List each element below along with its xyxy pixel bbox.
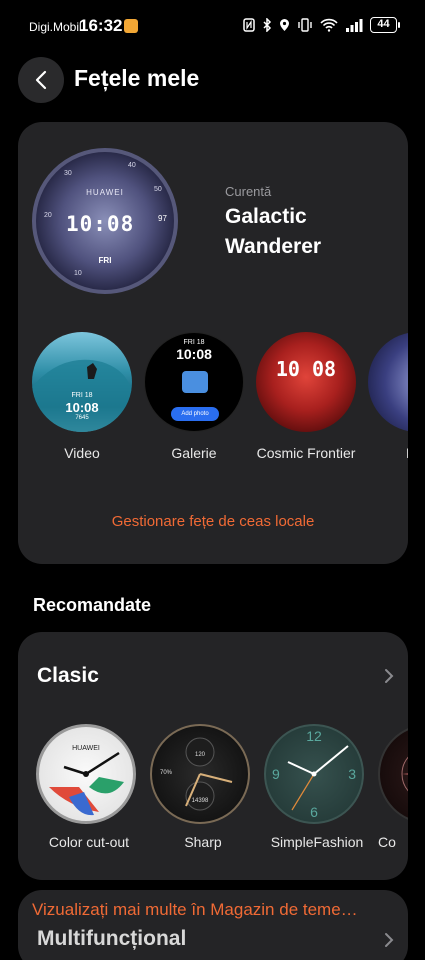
gallery-face-date: FRI 18 [183,339,205,346]
watch-item-color-cut-out[interactable]: HUAWEI Color cut-out [36,724,142,850]
face-tick: 30 [64,170,72,177]
watch-label: Color cut-out [48,834,130,850]
simple-num-9: 9 [272,766,280,782]
chevron-right-icon[interactable] [384,932,394,948]
face-item-video[interactable]: FRI 18 10:08 7645 Video [32,332,132,463]
face-label: Cosmic Frontier [256,445,356,461]
explorer-face-time: 1 0 [402,362,408,384]
face-tick: 20 [44,212,52,219]
face-day: FRI [98,256,112,265]
current-label: Curentă [225,184,272,199]
face-label: Galerie [171,445,217,461]
sharp-sub-left: 70% [160,770,173,776]
page-title: Fețele mele [74,65,200,91]
battery-icon: 44 [370,17,400,33]
face-time: 10:08 [66,212,135,236]
bluetooth-icon [263,18,272,32]
gallery-face-preview: FRI 18 10:08 Add photo [144,332,244,432]
gallery-face-time: 10:08 [176,346,212,362]
multifunctional-title[interactable]: Multifuncțional [37,927,186,951]
watch-item-co[interactable]: Co [378,724,408,850]
sharp-preview: 120 70% 14398 [150,724,250,824]
cosmic-face-preview: 10 08 [256,332,356,432]
sharp-sub-bottom: 14398 [191,798,209,804]
co-preview [378,724,408,824]
watch-label: Sharp [184,834,222,850]
sharp-sub-top: 120 [194,752,205,758]
wifi-icon [320,18,338,32]
face-item-cosmic-frontier[interactable]: 10 08 Cosmic Frontier [256,332,356,463]
flower-dial-icon [401,756,408,792]
status-bar: Digi.Mobil 16:32 44 [0,0,425,52]
watch-item-sharp[interactable]: 120 70% 14398 Sharp [150,724,256,850]
location-icon [280,19,289,31]
add-photo-button: Add photo [171,407,219,421]
carrier-name: Digi.Mobil [29,20,82,34]
header: Fețele mele [0,57,425,103]
watch-label: Co [378,834,396,850]
status-time: 16:32 [79,16,123,35]
face-label: Video [64,445,100,461]
photo-icon [182,371,208,393]
current-face-name: Galactic Wanderer [225,205,322,258]
face-tick: 10 [74,270,82,277]
explorer-face-preview: 1 0 [368,332,408,432]
face-tick: 40 [128,162,136,169]
simple-num-12: 12 [306,728,322,744]
system-icons: 44 [243,17,400,33]
color-cut-out-brand: HUAWEI [72,745,100,752]
face-label: Exp [368,443,408,463]
face-item-gallery[interactable]: FRI 18 10:08 Add photo Galerie [144,332,244,463]
face-item-explorer[interactable]: 1 0 Exp [368,332,408,463]
video-face-time: 10:08 [65,400,99,415]
color-cut-out-preview: HUAWEI [36,724,136,824]
signal-icon [346,19,363,32]
watch-label: SimpleFashion [270,834,364,850]
manage-local-faces-link[interactable]: Gestionare fețe de ceas locale [18,513,408,530]
simple-num-6: 6 [310,804,318,820]
video-face-preview: FRI 18 10:08 7645 [32,332,132,432]
my-faces-carousel[interactable]: FRI 18 10:08 7645 Video FRI 18 10:08 Add… [32,332,408,482]
back-button[interactable] [18,57,64,103]
my-faces-card: 30 40 50 20 10 HUAWEI 10:08 97 FRI Curen… [18,122,408,564]
nfc-icon [243,18,255,32]
video-face-steps: 7645 [75,415,89,421]
chevron-right-icon[interactable] [384,668,394,684]
face-brand: HUAWEI [86,188,124,197]
current-watch-face[interactable]: 30 40 50 20 10 HUAWEI 10:08 97 FRI [32,148,178,294]
chevron-left-icon [35,70,47,90]
section-title-recommended: Recomandate [33,595,152,615]
cosmic-face-time: 10 08 [275,357,337,381]
watch-item-simple-fashion[interactable]: 12 3 6 9 SimpleFashion [264,724,370,850]
classic-title[interactable]: Clasic [37,664,99,688]
simple-num-3: 3 [348,766,356,782]
vibrate-icon [298,18,312,32]
clock-hands-icon [49,751,124,816]
face-side-value: 97 [158,214,167,223]
simple-fashion-preview: 12 3 6 9 [264,724,364,824]
theme-store-link[interactable]: Vizualizați mai multe în Magazin de teme… [32,900,402,920]
video-face-date: FRI 18 [71,392,93,399]
notification-app-icon [124,19,138,33]
classic-card: Clasic HUAWEI Color cut-out 120 70% 1439… [18,632,408,880]
classic-carousel[interactable]: HUAWEI Color cut-out 120 70% 14398 Sharp [36,724,408,864]
